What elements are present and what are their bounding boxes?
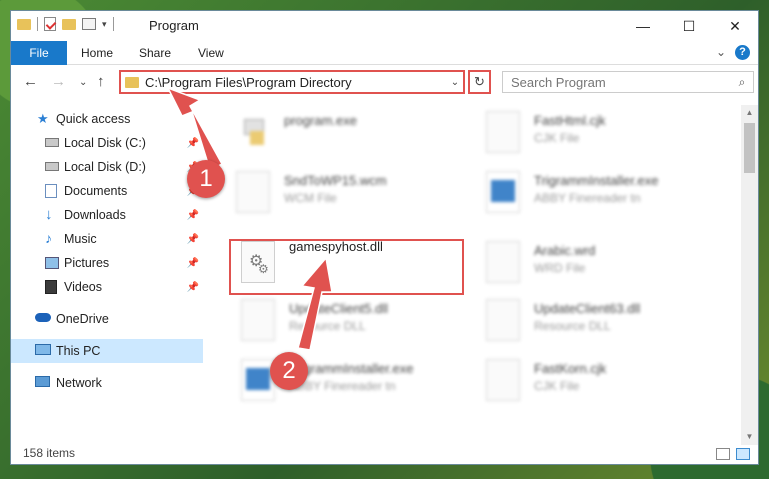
tiles-view-icon[interactable]	[736, 448, 750, 460]
sidebar-item-network[interactable]: Network	[11, 371, 203, 395]
list-item[interactable]: program.exe	[236, 105, 476, 161]
new-folder-icon[interactable]	[62, 18, 76, 30]
refresh-button[interactable]: ↻	[468, 70, 491, 94]
file-icon	[486, 241, 520, 283]
sidebar-item-documents[interactable]: Documents 📌	[11, 179, 203, 203]
address-dropdown-icon[interactable]: ⌄	[447, 77, 463, 88]
sidebar-item-local-disk-d[interactable]: Local Disk (D:) 📌	[11, 155, 203, 179]
list-item[interactable]: TrigrammInstaller.exe ABBY Finereader tn	[486, 165, 726, 221]
dll-gear-icon	[241, 299, 275, 341]
music-icon: ♪	[45, 230, 52, 246]
sidebar-item-quick-access[interactable]: ★ Quick access	[11, 107, 203, 131]
tab-share[interactable]: Share	[139, 46, 171, 60]
sidebar-item-this-pc[interactable]: This PC	[11, 339, 203, 363]
file-icon	[486, 111, 520, 153]
address-bar[interactable]: C:\Program Files\Program Directory ⌄	[119, 70, 465, 94]
sidebar-item-onedrive[interactable]: OneDrive	[11, 307, 203, 331]
title-bar: ▾ Program — ☐ ✕	[11, 11, 758, 41]
list-item[interactable]: FastHtml.cjk CJK File	[486, 105, 726, 161]
details-view-icon[interactable]	[716, 448, 730, 460]
close-button[interactable]: ✕	[712, 11, 758, 41]
computer-icon	[35, 344, 51, 355]
help-icon[interactable]: ?	[735, 45, 750, 60]
pin-icon[interactable]: 📌	[187, 282, 199, 293]
search-input[interactable]	[511, 74, 731, 90]
pin-icon[interactable]: 📌	[187, 234, 199, 245]
maximize-button[interactable]: ☐	[666, 11, 712, 41]
list-item[interactable]: UpdateClient63.dll Resource DLL	[486, 293, 726, 349]
file-icon	[486, 359, 520, 401]
sidebar-item-local-disk-c[interactable]: Local Disk (C:) 📌	[11, 131, 203, 155]
file-icon	[236, 171, 270, 213]
documents-icon	[45, 184, 57, 198]
pin-icon[interactable]: 📌	[187, 210, 199, 221]
videos-icon	[45, 280, 57, 294]
search-icon[interactable]: ⌕	[731, 75, 753, 90]
search-box[interactable]: ⌕	[502, 71, 754, 93]
tab-view[interactable]: View	[198, 46, 224, 60]
download-icon: ↓	[45, 206, 53, 223]
window-title: Program	[149, 18, 199, 33]
ribbon: File Home Share View ⌄ ?	[11, 41, 758, 65]
step-2-badge: 2	[270, 352, 308, 390]
list-item[interactable]: SndToWP15.wcm WCM File	[236, 165, 476, 221]
properties-icon[interactable]	[82, 18, 96, 30]
qat-dropdown-icon[interactable]: ▾	[102, 19, 107, 30]
star-icon: ★	[37, 111, 49, 126]
tab-home[interactable]: Home	[81, 46, 113, 60]
quick-access-toolbar: ▾	[17, 17, 114, 31]
installer-icon	[486, 171, 520, 213]
dll-gear-icon	[486, 299, 520, 341]
sidebar-item-music[interactable]: ♪ Music 📌	[11, 227, 203, 251]
up-arrow-icon[interactable]: ↑	[97, 73, 105, 90]
drive-icon	[45, 138, 59, 147]
scrollbar-thumb[interactable]	[744, 123, 755, 173]
exe-icon	[236, 111, 270, 153]
network-icon	[35, 376, 50, 387]
pin-icon[interactable]: 📌	[187, 258, 199, 269]
list-item[interactable]: Arabic.wrd WRD File	[486, 235, 726, 291]
sidebar-item-videos[interactable]: Videos 📌	[11, 275, 203, 299]
item-count: 158 items	[23, 446, 76, 460]
list-item[interactable]: FastKorn.cjk CJK File	[486, 353, 726, 409]
expand-ribbon-icon[interactable]: ⌄	[716, 45, 726, 59]
folder-icon	[17, 18, 31, 30]
highlight-box	[229, 239, 464, 295]
sidebar-item-pictures[interactable]: Pictures 📌	[11, 251, 203, 275]
drive-icon	[45, 162, 59, 171]
properties-check-icon[interactable]	[44, 17, 56, 31]
address-path[interactable]: C:\Program Files\Program Directory	[145, 75, 447, 90]
vertical-scrollbar[interactable]: ▲ ▼	[741, 105, 758, 445]
recent-locations-icon[interactable]: ⌄	[79, 77, 87, 88]
status-bar: 158 items	[11, 442, 758, 464]
refresh-icon: ↻	[474, 74, 485, 89]
back-arrow-icon[interactable]: ←	[23, 73, 38, 90]
navigation-bar: ← → ⌄ ↑ C:\Program Files\Program Directo…	[11, 67, 758, 99]
pictures-icon	[45, 257, 59, 269]
separator	[112, 17, 114, 31]
cloud-icon	[35, 313, 51, 322]
navigation-pane: ★ Quick access Local Disk (C:) 📌 Local D…	[11, 105, 203, 445]
step-1-badge: 1	[187, 160, 225, 198]
pin-icon[interactable]: 📌	[187, 138, 199, 149]
list-item[interactable]: UpdateClient5.dll Resource DLL	[241, 293, 481, 349]
tab-file[interactable]: File	[11, 41, 67, 65]
scroll-up-icon[interactable]: ▲	[741, 105, 758, 121]
file-explorer-window: ▾ Program — ☐ ✕ File Home Share View ⌄ ?…	[10, 10, 759, 465]
folder-icon	[125, 76, 139, 88]
forward-arrow-icon[interactable]: →	[51, 73, 66, 90]
sidebar-item-downloads[interactable]: ↓ Downloads 📌	[11, 203, 203, 227]
minimize-button[interactable]: —	[620, 11, 666, 41]
separator	[37, 17, 38, 31]
